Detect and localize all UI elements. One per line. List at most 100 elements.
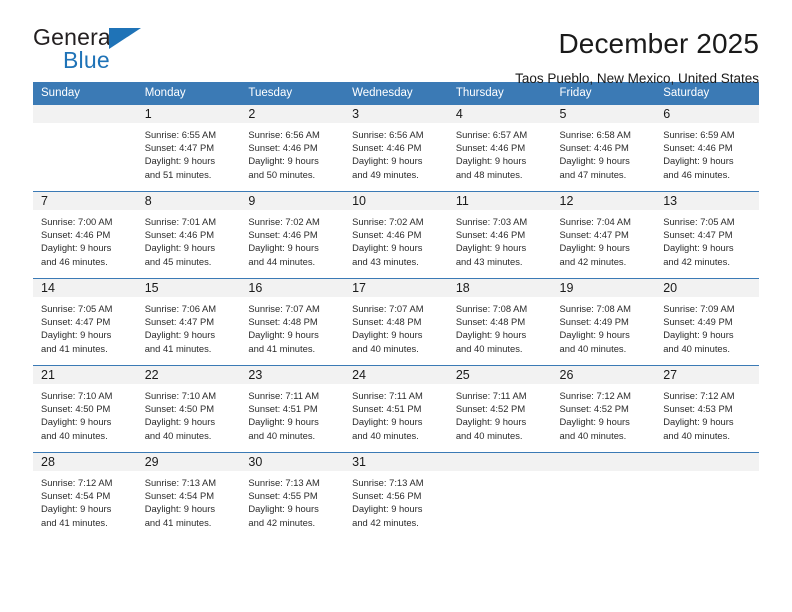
day-number: 1 (136, 105, 241, 123)
sunset-time: Sunset: 4:46 PM (559, 142, 629, 154)
day-sun-info: Sunrise: 7:00 AM Sunset: 4:46 PM Daylight:… (33, 210, 137, 268)
calendar-day-cell-empty (551, 452, 656, 539)
day-sun-info: Sunrise: 7:02 AM Sunset: 4:46 PM Daylight:… (344, 210, 448, 268)
day-number: 4 (447, 105, 552, 123)
calendar-day-cell[interactable]: 31 Sunrise: 7:13 AM Sunset: 4:56 PM Dayligh… (344, 452, 448, 539)
daylight-duration-line1: Daylight: 9 hours (144, 242, 216, 254)
title-block: December 2025 Taos Pueblo, New Mexico, U… (515, 26, 759, 87)
calendar-day-cell[interactable]: 10 Sunrise: 7:02 AM Sunset: 4:46 PM Dayligh… (344, 191, 448, 278)
daylight-duration-line1: Daylight: 9 hours (144, 329, 216, 341)
daylight-duration-line1: Daylight: 9 hours (248, 242, 319, 254)
daylight-duration-line1: Daylight: 9 hours (663, 155, 734, 167)
sunrise-time: Sunrise: 7:05 AM (663, 216, 735, 227)
daylight-duration-line2: and 40 minutes. (455, 429, 523, 441)
calendar-day-cell[interactable]: 15 Sunrise: 7:06 AM Sunset: 4:47 PM Dayligh… (136, 278, 241, 365)
calendar-day-cell[interactable]: 9 Sunrise: 7:02 AM Sunset: 4:46 PM Daylight… (240, 191, 345, 278)
day-number: 25 (447, 366, 552, 384)
weekday-header-tuesday: Tuesday (240, 82, 345, 104)
calendar-day-cell[interactable]: 27 Sunrise: 7:12 AM Sunset: 4:53 PM Dayligh… (655, 365, 759, 452)
day-sun-info: Sunrise: 7:11 AM Sunset: 4:51 PM Daylight:… (240, 384, 344, 442)
calendar-day-cell[interactable]: 13 Sunrise: 7:05 AM Sunset: 4:47 PM Dayligh… (655, 191, 759, 278)
day-cell-inner: 23 Sunrise: 7:11 AM Sunset: 4:51 PM Dayligh… (240, 365, 345, 452)
daylight-duration-line2: and 40 minutes. (352, 429, 419, 441)
calendar-day-cell[interactable]: 21 Sunrise: 7:10 AM Sunset: 4:50 PM Dayligh… (33, 365, 137, 452)
sunset-time: Sunset: 4:49 PM (663, 316, 733, 328)
calendar-day-cell[interactable]: 7 Sunrise: 7:00 AM Sunset: 4:46 PM Daylight… (33, 191, 137, 278)
brand-name-blue: Blue (63, 47, 110, 73)
calendar-grid: Sunday Monday Tuesday Wednesday Thursday… (33, 82, 759, 539)
day-number: 18 (447, 279, 552, 297)
calendar-day-cell[interactable]: 22 Sunrise: 7:10 AM Sunset: 4:50 PM Dayligh… (136, 365, 241, 452)
day-cell-inner: 15 Sunrise: 7:06 AM Sunset: 4:47 PM Dayligh… (136, 278, 241, 365)
day-number: 5 (551, 105, 656, 123)
daylight-duration-line2: and 43 minutes. (455, 255, 523, 267)
sunset-time: Sunset: 4:52 PM (455, 403, 526, 415)
calendar-day-cell[interactable]: 16 Sunrise: 7:07 AM Sunset: 4:48 PM Dayligh… (240, 278, 345, 365)
calendar-day-cell[interactable]: 24 Sunrise: 7:11 AM Sunset: 4:51 PM Dayligh… (344, 365, 448, 452)
day-sun-info: Sunrise: 6:57 AM Sunset: 4:46 PM Daylight:… (448, 123, 552, 181)
calendar-day-cell[interactable]: 30 Sunrise: 7:13 AM Sunset: 4:55 PM Dayligh… (240, 452, 345, 539)
day-cell-inner (447, 452, 552, 539)
brand-logo[interactable]: General Blue (33, 26, 155, 82)
day-cell-inner (655, 452, 759, 539)
sunrise-time: Sunrise: 7:07 AM (352, 303, 424, 314)
calendar-day-cell[interactable]: 17 Sunrise: 7:07 AM Sunset: 4:48 PM Dayligh… (344, 278, 448, 365)
calendar-day-cell[interactable]: 18 Sunrise: 7:08 AM Sunset: 4:48 PM Dayligh… (447, 278, 552, 365)
sunset-time: Sunset: 4:46 PM (663, 142, 733, 154)
daylight-duration-line1: Daylight: 9 hours (352, 416, 423, 428)
calendar-day-cell[interactable]: 6 Sunrise: 6:59 AM Sunset: 4:46 PM Daylight… (655, 104, 759, 191)
sunset-time: Sunset: 4:47 PM (144, 142, 215, 154)
day-cell-inner: 4 Sunrise: 6:57 AM Sunset: 4:46 PM Daylight… (447, 104, 552, 191)
sunrise-time: Sunrise: 7:12 AM (559, 390, 631, 401)
day-number (655, 453, 759, 471)
calendar-day-cell[interactable]: 12 Sunrise: 7:04 AM Sunset: 4:47 PM Dayligh… (551, 191, 656, 278)
day-cell-inner: 31 Sunrise: 7:13 AM Sunset: 4:56 PM Dayligh… (344, 452, 448, 539)
day-sun-info: Sunrise: 7:13 AM Sunset: 4:55 PM Daylight:… (240, 471, 344, 529)
calendar-day-cell[interactable]: 11 Sunrise: 7:03 AM Sunset: 4:46 PM Dayligh… (447, 191, 552, 278)
daylight-duration-line1: Daylight: 9 hours (455, 242, 527, 254)
calendar-day-cell[interactable]: 2 Sunrise: 6:56 AM Sunset: 4:46 PM Daylight… (240, 104, 345, 191)
day-number: 29 (136, 453, 241, 471)
day-sun-info: Sunrise: 6:55 AM Sunset: 4:47 PM Daylight:… (137, 123, 241, 181)
day-number: 2 (240, 105, 345, 123)
day-cell-inner: 13 Sunrise: 7:05 AM Sunset: 4:47 PM Dayligh… (655, 191, 759, 278)
day-sun-info: Sunrise: 7:01 AM Sunset: 4:46 PM Daylight:… (137, 210, 241, 268)
calendar-day-cell[interactable]: 4 Sunrise: 6:57 AM Sunset: 4:46 PM Daylight… (447, 104, 552, 191)
daylight-duration-line1: Daylight: 9 hours (455, 155, 527, 167)
day-sun-info: Sunrise: 7:11 AM Sunset: 4:52 PM Daylight:… (448, 384, 552, 442)
day-cell-inner: 25 Sunrise: 7:11 AM Sunset: 4:52 PM Dayligh… (447, 365, 552, 452)
sunset-time: Sunset: 4:46 PM (248, 229, 318, 241)
calendar-week-row: 21 Sunrise: 7:10 AM Sunset: 4:50 PM Dayligh… (33, 365, 759, 452)
calendar-day-cell[interactable]: 3 Sunrise: 6:56 AM Sunset: 4:46 PM Daylight… (344, 104, 448, 191)
daylight-duration-line1: Daylight: 9 hours (248, 503, 319, 515)
sunset-time: Sunset: 4:48 PM (248, 316, 318, 328)
sunrise-time: Sunrise: 6:56 AM (352, 129, 424, 140)
sunset-time: Sunset: 4:46 PM (41, 229, 111, 241)
calendar-day-cell[interactable]: 28 Sunrise: 7:12 AM Sunset: 4:54 PM Dayligh… (33, 452, 137, 539)
calendar-day-cell[interactable]: 26 Sunrise: 7:12 AM Sunset: 4:52 PM Dayligh… (551, 365, 656, 452)
sunset-time: Sunset: 4:48 PM (455, 316, 526, 328)
day-number: 27 (655, 366, 759, 384)
day-sun-info: Sunrise: 7:07 AM Sunset: 4:48 PM Daylight:… (240, 297, 344, 355)
calendar-day-cell[interactable]: 20 Sunrise: 7:09 AM Sunset: 4:49 PM Dayligh… (655, 278, 759, 365)
sunset-time: Sunset: 4:52 PM (559, 403, 629, 415)
sunrise-time: Sunrise: 7:04 AM (559, 216, 631, 227)
sunrise-time: Sunrise: 7:11 AM (352, 390, 423, 401)
daylight-duration-line1: Daylight: 9 hours (41, 242, 112, 254)
day-number: 3 (344, 105, 448, 123)
day-cell-inner: 10 Sunrise: 7:02 AM Sunset: 4:46 PM Dayligh… (344, 191, 448, 278)
calendar-day-cell[interactable]: 25 Sunrise: 7:11 AM Sunset: 4:52 PM Dayligh… (447, 365, 552, 452)
daylight-duration-line2: and 40 minutes. (144, 429, 212, 441)
calendar-day-cell[interactable]: 14 Sunrise: 7:05 AM Sunset: 4:47 PM Dayligh… (33, 278, 137, 365)
day-cell-inner: 8 Sunrise: 7:01 AM Sunset: 4:46 PM Daylight… (136, 191, 241, 278)
calendar-day-cell[interactable]: 1 Sunrise: 6:55 AM Sunset: 4:47 PM Daylight… (136, 104, 241, 191)
calendar-day-cell[interactable]: 5 Sunrise: 6:58 AM Sunset: 4:46 PM Daylight… (551, 104, 656, 191)
day-sun-info: Sunrise: 7:12 AM Sunset: 4:53 PM Daylight:… (655, 384, 759, 442)
calendar-day-cell[interactable]: 8 Sunrise: 7:01 AM Sunset: 4:46 PM Daylight… (136, 191, 241, 278)
sunset-time: Sunset: 4:48 PM (352, 316, 422, 328)
daylight-duration-line2: and 40 minutes. (663, 342, 730, 354)
calendar-day-cell[interactable]: 19 Sunrise: 7:08 AM Sunset: 4:49 PM Dayligh… (551, 278, 656, 365)
day-number: 6 (655, 105, 759, 123)
calendar-day-cell[interactable]: 23 Sunrise: 7:11 AM Sunset: 4:51 PM Dayligh… (240, 365, 345, 452)
calendar-day-cell[interactable]: 29 Sunrise: 7:13 AM Sunset: 4:54 PM Dayligh… (136, 452, 241, 539)
